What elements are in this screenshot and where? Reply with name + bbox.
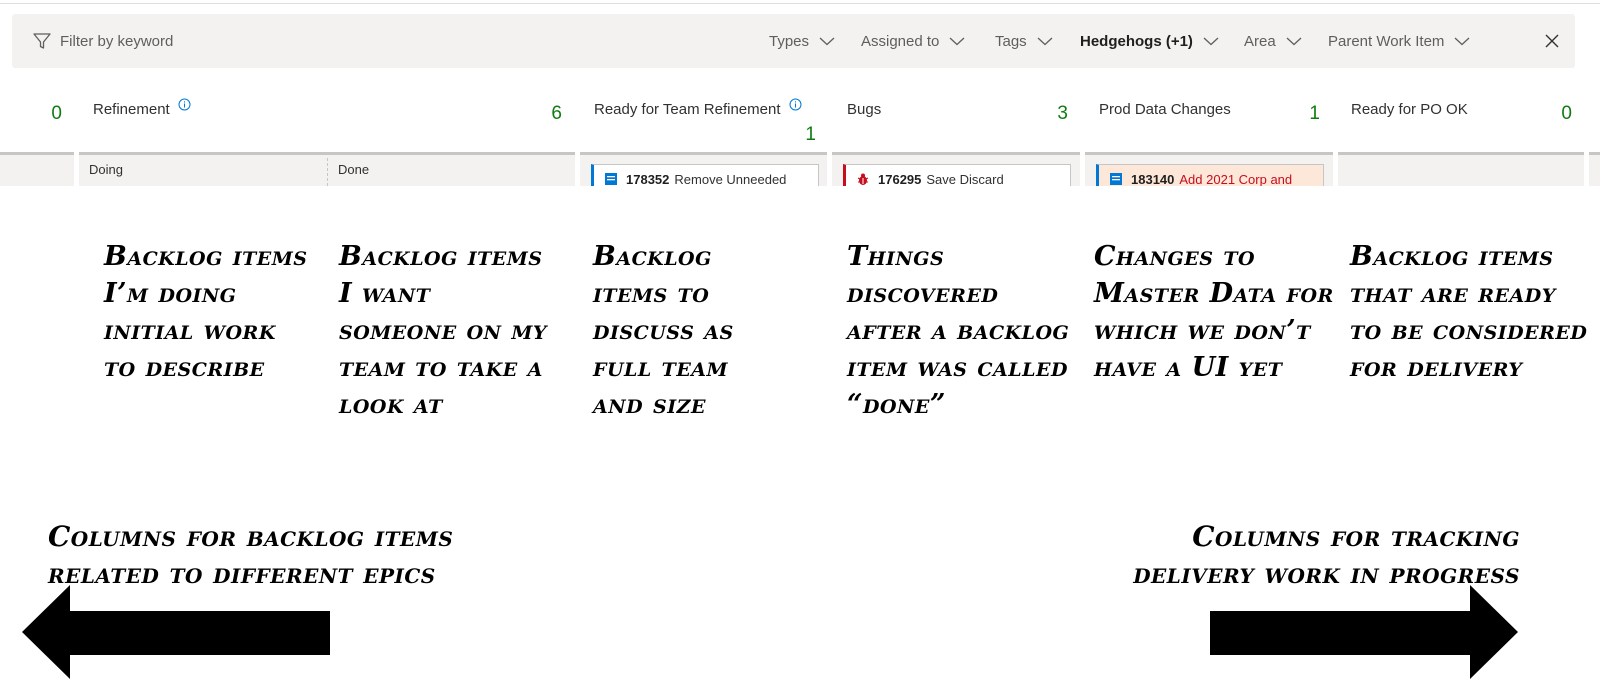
types-filter-dropdown[interactable]: Types: [769, 30, 835, 52]
info-icon[interactable]: [789, 98, 802, 111]
annotation-right-caption: Columns for tracking delivery work in pr…: [1133, 520, 1520, 590]
column-header-prod-data-changes[interactable]: Prod Data Changes: [1099, 101, 1231, 125]
annotation-ready-for-team-refinement: Backlog items to discuss as full team an…: [593, 241, 734, 420]
column-header-bugs[interactable]: Bugs: [847, 101, 881, 125]
assigned-to-filter-dropdown[interactable]: Assigned to: [861, 30, 965, 52]
filter-icon: [33, 33, 51, 49]
area-filter-dropdown[interactable]: Area: [1244, 30, 1302, 52]
work-item-id: 176295: [878, 172, 922, 187]
backlog-item-icon: [605, 173, 617, 185]
parent-work-item-filter-dropdown[interactable]: Parent Work Item: [1328, 30, 1470, 52]
chevron-down-icon: [1454, 37, 1470, 46]
annotation-refinement-done: Backlog items I want someone on my team …: [339, 241, 547, 420]
work-item-title[interactable]: Save Discard: [926, 172, 1003, 187]
bug-icon: [857, 173, 869, 185]
team-filter-label: Hedgehogs (+1): [1080, 32, 1193, 50]
chevron-down-icon: [1037, 37, 1053, 46]
column-body-ready-for-po-ok: [1338, 152, 1584, 189]
work-item-title[interactable]: Remove Unneeded: [674, 172, 786, 187]
info-icon[interactable]: [178, 98, 191, 111]
column-header-ready-for-team-refinement[interactable]: Ready for Team Refinement: [594, 98, 802, 125]
column-title: Ready for PO OK: [1351, 101, 1468, 118]
chevron-down-icon: [1203, 37, 1219, 46]
column-body-next: [1589, 152, 1600, 189]
assigned-to-filter-label: Assigned to: [861, 32, 940, 50]
close-icon[interactable]: [1544, 33, 1560, 49]
column-header-refinement[interactable]: Refinement: [93, 98, 191, 125]
column-title: Ready for Team Refinement: [594, 101, 781, 118]
column-count: 1: [805, 124, 816, 145]
filter-bar: Types Assigned to Tags Hedgehogs (+1) Ar…: [12, 14, 1575, 68]
column-count: 3: [1057, 103, 1068, 124]
types-filter-label: Types: [769, 32, 810, 50]
column-count: 1: [1309, 103, 1320, 124]
column-title: Refinement: [93, 101, 170, 118]
annotation-left-caption: Columns for backlog items related to dif…: [48, 520, 454, 590]
column-title: Prod Data Changes: [1099, 101, 1231, 118]
previous-column-count: 0: [51, 103, 62, 124]
column-count: 0: [1561, 103, 1572, 124]
annotation-refinement-doing: Backlog items I’m doing initial work to …: [104, 241, 308, 383]
chevron-down-icon: [819, 37, 835, 46]
tags-filter-dropdown[interactable]: Tags: [995, 30, 1053, 52]
top-divider: [0, 3, 1600, 4]
annotation-bugs: Things discovered after a backlog item w…: [847, 241, 1070, 420]
tags-filter-label: Tags: [995, 32, 1027, 50]
work-item-id: 183140: [1131, 172, 1175, 187]
column-header-ready-for-po-ok[interactable]: Ready for PO OK: [1351, 101, 1468, 125]
left-arrow-icon: [22, 585, 330, 679]
right-arrow-icon: [1210, 585, 1518, 679]
sub-column-divider: [327, 158, 328, 186]
work-item-id: 178352: [626, 172, 670, 187]
filter-keyword-input[interactable]: [60, 28, 360, 54]
sub-column-doing: Doing: [89, 162, 123, 177]
work-item-title[interactable]: Add 2021 Corp and: [1179, 172, 1292, 187]
backlog-item-icon: [1110, 173, 1122, 185]
parent-work-item-filter-label: Parent Work Item: [1328, 32, 1445, 50]
column-title: Bugs: [847, 101, 882, 118]
chevron-down-icon: [949, 37, 965, 46]
annotation-prod-data-changes: Changes to Master Data for which we don’…: [1094, 241, 1334, 383]
work-item-card[interactable]: 176295 Save Discard: [843, 164, 1071, 187]
annotation-ready-for-po-ok: Backlog items that are ready to be consi…: [1350, 241, 1588, 383]
chevron-down-icon: [1286, 37, 1302, 46]
column-count: 6: [551, 103, 562, 124]
work-item-card[interactable]: 178352 Remove Unneeded: [591, 164, 819, 187]
work-item-card[interactable]: 183140 Add 2021 Corp and: [1096, 164, 1324, 187]
column-body-previous: [0, 152, 74, 189]
team-filter-dropdown[interactable]: Hedgehogs (+1): [1080, 30, 1219, 52]
area-filter-label: Area: [1244, 32, 1276, 50]
sub-column-done: Done: [338, 162, 370, 177]
